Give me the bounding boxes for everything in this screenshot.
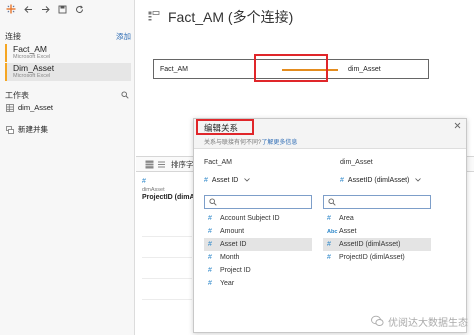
watermark: 优阅达大数据生态 (371, 314, 468, 329)
dialog-header: 编辑关系 关系与联接有何不同?了解更多信息 (194, 119, 466, 149)
chevron-down-icon (244, 177, 251, 184)
field-name: AssetID (dimlAsset) (339, 241, 401, 248)
dialog-subtitle: 关系与联接有何不同?了解更多信息 (204, 137, 297, 146)
field-name: Account Subject ID (220, 215, 280, 222)
column-field-name: ProjectID (dimA... (142, 194, 201, 201)
number-type-icon: # (340, 176, 344, 184)
field-type-icon: # (208, 228, 212, 235)
field-name: Year (220, 280, 235, 287)
list-item-selected[interactable]: # Asset ID (204, 238, 312, 251)
forward-arrow-icon[interactable] (38, 2, 52, 16)
list-item-selected[interactable]: # AssetID (dimlAsset) (323, 238, 431, 251)
close-icon[interactable] (454, 122, 462, 130)
chevron-down-icon (415, 177, 422, 184)
list-view-icon[interactable] (157, 160, 166, 169)
right-table-label: dim_Asset (340, 159, 373, 166)
right-search-input[interactable] (323, 195, 431, 209)
grid-view-icon[interactable] (145, 160, 154, 169)
field-name: ProjectID (dimlAsset) (339, 254, 405, 261)
connection-type: Microsoft Excel (13, 54, 51, 60)
list-item[interactable]: # Month (204, 251, 312, 264)
connection-item-dim-asset[interactable]: Dim_Asset Microsoft Excel (5, 63, 131, 81)
field-type-icon: Abc (327, 228, 338, 235)
sheet-item-dim-asset[interactable]: dim_Asset (6, 102, 130, 113)
field-name: Asset ID (220, 241, 247, 248)
dialog-title-highlight (196, 119, 254, 135)
field-type-icon: # (208, 254, 212, 261)
learn-more-link[interactable]: 了解更多信息 (261, 140, 297, 146)
search-icon[interactable] (121, 91, 131, 101)
union-icon (6, 125, 14, 134)
add-connection-link[interactable]: 添加 (116, 31, 131, 42)
number-type-icon: # (142, 178, 146, 185)
table-icon (6, 103, 14, 112)
connections-header: 连接 添加 (5, 31, 131, 42)
field-name: Amount (220, 228, 245, 235)
right-field-list: # Area Abc Asset # AssetID (dimlAsset) # Pro… (323, 195, 431, 303)
table-row (142, 237, 192, 258)
left-table-label: Fact_AM (204, 159, 233, 166)
sheets-header: 工作表 (5, 90, 131, 101)
refresh-icon[interactable] (72, 2, 86, 16)
watermark-text: 优阅达大数据生态 (388, 318, 468, 329)
table-row (142, 258, 192, 279)
field-name: Area (339, 215, 354, 222)
search-icon (209, 198, 217, 206)
list-item[interactable]: # ProjectID (dimlAsset) (323, 251, 431, 264)
list-item[interactable]: # Account Subject ID (204, 212, 312, 225)
sheets-title: 工作表 (5, 91, 29, 100)
right-selected-field: AssetID (dimlAsset) (347, 176, 410, 184)
datasource-icon (148, 10, 162, 24)
list-item[interactable]: # Amount (204, 225, 312, 238)
column-table-name: dimAsset (142, 187, 165, 193)
dialog-subtitle-text: 关系与联接有何不同? (204, 140, 262, 146)
sheet-name: dim_Asset (18, 103, 54, 112)
edit-relationship-dialog: 编辑关系 关系与联接有何不同?了解更多信息 Fact_AM dim_Asset … (193, 118, 467, 333)
field-name: Month (220, 254, 240, 261)
table-row (142, 216, 192, 237)
field-type-icon: # (327, 215, 331, 222)
field-type-icon: # (208, 215, 212, 222)
grid-column-header[interactable]: # dimAsset ProjectID (dimA... (142, 178, 201, 201)
sidebar: 连接 添加 Fact_AM Microsoft Excel Dim_Asset … (0, 0, 135, 335)
field-type-icon: # (208, 241, 212, 248)
field-type-icon: # (327, 241, 331, 248)
field-name: Project ID (220, 267, 251, 274)
field-type-icon: # (208, 267, 212, 274)
datasource-title[interactable]: Fact_AM (多个连接) (168, 7, 293, 27)
datasource-title-bar: Fact_AM (多个连接) (148, 6, 293, 28)
toolbar (0, 0, 135, 18)
join-left-table[interactable]: Fact_AM (160, 66, 188, 73)
field-type-icon: # (208, 280, 212, 287)
new-union-label: 新建并集 (18, 125, 48, 134)
list-item[interactable]: # Area (323, 212, 431, 225)
left-selected-field: Asset ID (211, 176, 239, 184)
connection-name: Dim_Asset (13, 63, 55, 73)
connection-name: Fact_AM (13, 44, 48, 54)
field-name: Asset (339, 228, 357, 235)
relationship-highlight (254, 54, 328, 82)
save-icon[interactable] (55, 2, 69, 16)
right-field-dropdown[interactable]: # AssetID (dimlAsset) (340, 174, 422, 186)
back-arrow-icon[interactable] (21, 2, 35, 16)
list-item[interactable]: Abc Asset (323, 225, 431, 238)
left-field-dropdown[interactable]: # Asset ID (204, 174, 251, 186)
left-field-list: # Account Subject ID # Amount # Asset ID # M… (204, 195, 312, 303)
connections-title: 连接 (5, 32, 21, 41)
grid-rows (142, 216, 192, 300)
list-item[interactable]: # Project ID (204, 264, 312, 277)
join-right-table[interactable]: dim_Asset (348, 66, 381, 73)
new-union-item[interactable]: 新建并集 (6, 124, 130, 135)
connection-item-fact-am[interactable]: Fact_AM Microsoft Excel (5, 44, 131, 62)
connection-type: Microsoft Excel (13, 73, 51, 79)
table-row (142, 279, 192, 300)
list-item[interactable]: # Year (204, 277, 312, 290)
left-search-input[interactable] (204, 195, 312, 209)
tableau-logo-icon[interactable] (4, 2, 18, 16)
field-type-icon: # (327, 254, 331, 261)
wechat-icon (371, 315, 385, 329)
number-type-icon: # (204, 176, 208, 184)
search-icon (328, 198, 336, 206)
